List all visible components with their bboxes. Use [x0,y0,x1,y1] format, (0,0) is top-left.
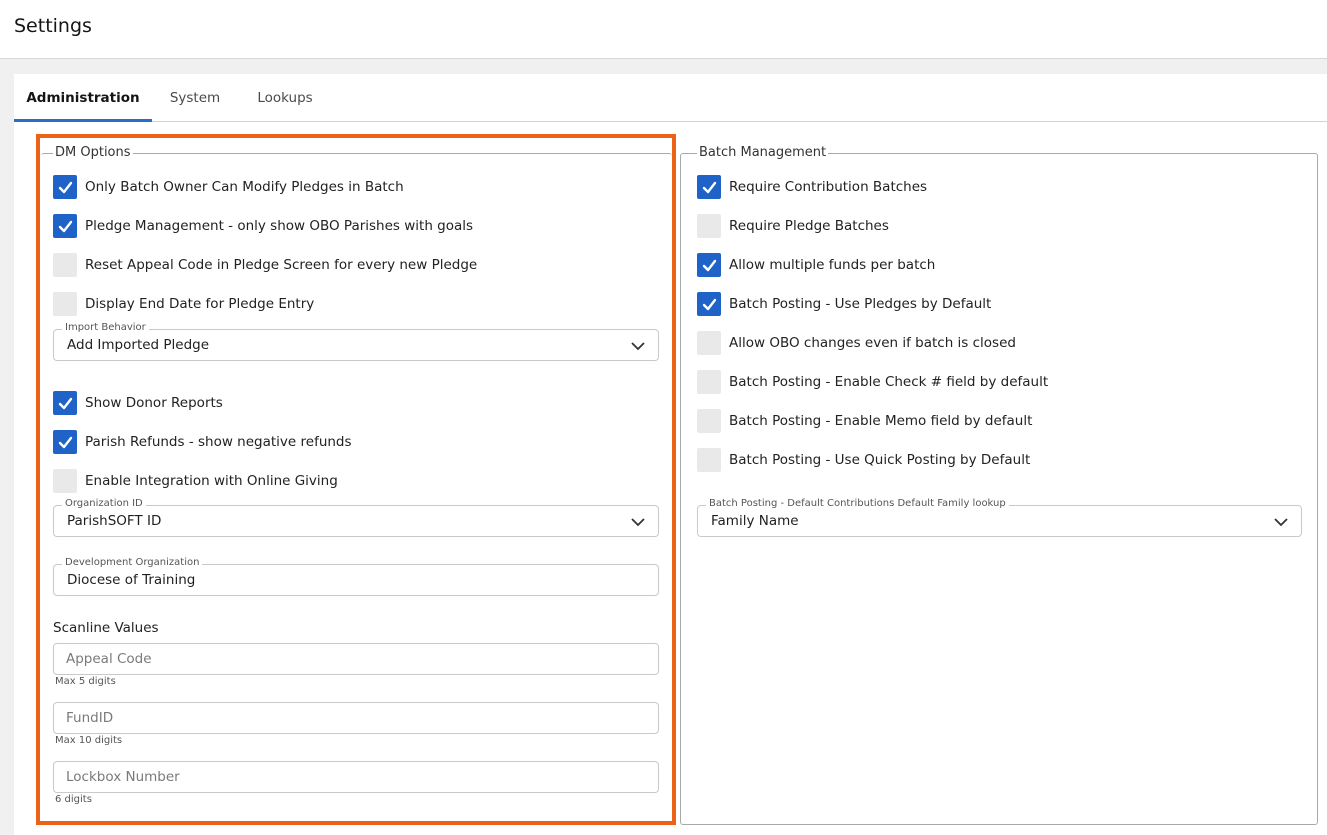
checkbox-label: Batch Posting - Enable Check # field by … [729,374,1049,390]
checkbox-label: Require Contribution Batches [729,179,928,195]
checkbox-require-contribution-batches[interactable]: Require Contribution Batches [697,175,927,199]
appeal-code-field[interactable] [53,643,659,675]
checkbox-box[interactable] [697,292,721,316]
tab-lookups[interactable]: Lookups [252,74,318,122]
checkbox-label: Only Batch Owner Can Modify Pledges in B… [85,179,404,195]
checkbox-box[interactable] [697,253,721,277]
import-behavior-select[interactable]: Import Behavior Add Imported Pledge [53,322,659,361]
checkbox-label: Require Pledge Batches [729,218,889,234]
checkbox-obo-parishes-goals[interactable]: Pledge Management - only show OBO Parish… [53,214,473,238]
organization-id-label: Organization ID [62,498,146,510]
checkbox-online-giving[interactable]: Enable Integration with Online Giving [53,469,338,493]
checkmark-icon [58,181,72,193]
top-bar: Settings [0,0,1327,59]
checkbox-label: Pledge Management - only show OBO Parish… [85,218,474,234]
checkbox-label: Allow OBO changes even if batch is close… [729,335,1016,351]
import-behavior-label: Import Behavior [62,322,149,334]
chevron-down-icon [631,342,645,351]
checkbox-label: Enable Integration with Online Giving [85,473,338,489]
import-behavior-value: Add Imported Pledge [67,337,210,353]
fund-id-input[interactable] [54,703,658,733]
scanline-values-title: Scanline Values [53,620,159,636]
development-organization-label: Development Organization [62,557,203,569]
dm-options-legend: DM Options [53,145,133,161]
tab-system[interactable]: System [164,74,226,122]
tab-bar: Administration System Lookups [14,74,1327,122]
checkmark-icon [702,298,716,310]
checkbox-reset-appeal-code[interactable]: Reset Appeal Code in Pledge Screen for e… [53,253,477,277]
default-family-lookup-label: Batch Posting - Default Contributions De… [706,498,1009,510]
checkmark-icon [58,436,72,448]
checkbox-box[interactable] [53,430,77,454]
checkbox-show-donor-reports[interactable]: Show Donor Reports [53,391,223,415]
checkbox-label: Parish Refunds - show negative refunds [85,434,352,450]
checkbox-box[interactable] [697,175,721,199]
checkbox-box[interactable] [53,469,77,493]
appeal-code-helper: Max 5 digits [55,676,116,687]
checkbox-label: Batch Posting - Enable Memo field by def… [729,413,1033,429]
checkbox-enable-memo-field[interactable]: Batch Posting - Enable Memo field by def… [697,409,1032,433]
checkbox-label: Show Donor Reports [85,395,223,411]
checkbox-box[interactable] [697,370,721,394]
checkbox-box[interactable] [697,331,721,355]
checkbox-enable-check-field[interactable]: Batch Posting - Enable Check # field by … [697,370,1048,394]
checkbox-use-pledges-default[interactable]: Batch Posting - Use Pledges by Default [697,292,991,316]
chevron-down-icon [1274,518,1288,527]
checkbox-box[interactable] [53,292,77,316]
checkbox-label: Batch Posting - Use Quick Posting by Def… [729,452,1031,468]
fund-id-field[interactable] [53,702,659,734]
organization-id-value: ParishSOFT ID [67,513,162,529]
checkbox-label: Reset Appeal Code in Pledge Screen for e… [85,257,478,273]
checkbox-box[interactable] [697,448,721,472]
development-organization-field[interactable]: Development Organization Diocese of Trai… [53,557,659,596]
default-family-lookup-value: Family Name [711,513,799,529]
checkmark-icon [702,181,716,193]
chevron-down-icon [631,518,645,527]
development-organization-value: Diocese of Training [67,572,196,588]
checkbox-box[interactable] [697,409,721,433]
lockbox-number-input[interactable] [54,762,658,792]
checkbox-display-end-date[interactable]: Display End Date for Pledge Entry [53,292,314,316]
checkbox-parish-refunds[interactable]: Parish Refunds - show negative refunds [53,430,352,454]
checkmark-icon [58,220,72,232]
tab-administration[interactable]: Administration [14,74,152,122]
page-title: Settings [14,15,92,37]
checkbox-box[interactable] [53,175,77,199]
checkbox-label: Allow multiple funds per batch [729,257,936,273]
default-family-lookup-select[interactable]: Batch Posting - Default Contributions De… [697,498,1302,537]
fund-id-helper: Max 10 digits [55,735,123,746]
appeal-code-input[interactable] [54,644,658,674]
checkmark-icon [702,259,716,271]
lockbox-number-helper: 6 digits [55,794,92,805]
checkbox-box[interactable] [53,391,77,415]
checkmark-icon [58,397,72,409]
checkbox-batch-owner-modify[interactable]: Only Batch Owner Can Modify Pledges in B… [53,175,404,199]
checkbox-allow-obo-changes[interactable]: Allow OBO changes even if batch is close… [697,331,1016,355]
checkbox-box[interactable] [697,214,721,238]
checkbox-label: Display End Date for Pledge Entry [85,296,315,312]
checkbox-require-pledge-batches[interactable]: Require Pledge Batches [697,214,889,238]
checkbox-box[interactable] [53,253,77,277]
checkbox-quick-posting[interactable]: Batch Posting - Use Quick Posting by Def… [697,448,1030,472]
organization-id-select[interactable]: Organization ID ParishSOFT ID [53,498,659,537]
checkbox-label: Batch Posting - Use Pledges by Default [729,296,992,312]
checkbox-allow-multiple-funds[interactable]: Allow multiple funds per batch [697,253,935,277]
checkbox-box[interactable] [53,214,77,238]
lockbox-number-field[interactable] [53,761,659,793]
batch-management-legend: Batch Management [697,145,829,161]
